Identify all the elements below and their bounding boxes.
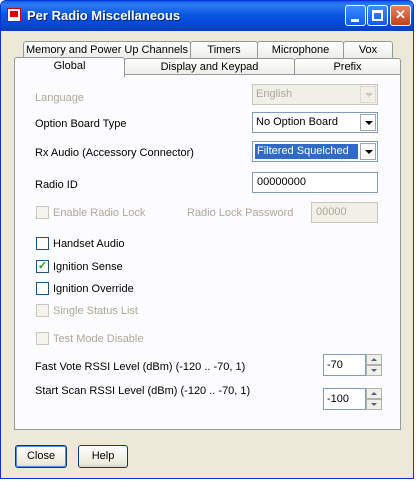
- tab-microphone[interactable]: Microphone: [257, 41, 344, 59]
- rx-audio-label: Rx Audio (Accessory Connector): [35, 147, 194, 159]
- option-board-type-dropdown[interactable]: No Option Board: [252, 112, 378, 133]
- enable-radio-lock-label: Enable Radio Lock: [53, 207, 146, 219]
- ignition-override-checkbox[interactable]: [36, 282, 49, 295]
- fast-vote-rssi-label: Fast Vote RSSI Level (dBm) (-120 .. -70,…: [35, 361, 246, 373]
- language-value: English: [256, 88, 293, 100]
- radio-lock-password-label: Radio Lock Password: [187, 207, 294, 219]
- radio-id-label: Radio ID: [35, 179, 78, 191]
- rx-audio-selection: Filtered Squelched: [255, 144, 358, 159]
- start-scan-rssi-input[interactable]: -100: [323, 388, 366, 410]
- language-label: Language: [35, 92, 84, 104]
- close-button[interactable]: Close: [15, 445, 67, 468]
- start-scan-rssi-up-button[interactable]: [366, 388, 382, 399]
- tab-vox[interactable]: Vox: [343, 41, 393, 59]
- chevron-down-icon: [360, 143, 376, 160]
- checkmark-icon: ✓: [37, 260, 48, 272]
- close-icon: ✕: [395, 7, 406, 22]
- test-mode-disable-checkbox[interactable]: [36, 332, 49, 345]
- fast-vote-rssi-down-button[interactable]: [366, 365, 382, 376]
- dialog-window: Per Radio Miscellaneous ✕ Memory and Pow…: [0, 0, 414, 479]
- tab-timers[interactable]: Timers: [190, 41, 258, 59]
- radio-id-input[interactable]: 00000000: [252, 172, 378, 193]
- start-scan-rssi-down-button[interactable]: [366, 399, 382, 410]
- maximize-button[interactable]: [367, 5, 388, 26]
- test-mode-disable-label: Test Mode Disable: [53, 333, 144, 345]
- tab-global[interactable]: Global: [14, 57, 125, 77]
- maximize-icon: [372, 10, 383, 21]
- fast-vote-rssi-input[interactable]: -70: [323, 354, 366, 376]
- help-button[interactable]: Help: [78, 445, 128, 468]
- ignition-sense-label: Ignition Sense: [53, 261, 123, 273]
- handset-audio-checkbox[interactable]: [36, 237, 49, 250]
- option-board-type-label: Option Board Type: [35, 118, 127, 130]
- fast-vote-rssi-up-button[interactable]: [366, 354, 382, 365]
- chevron-down-icon: [360, 114, 376, 131]
- single-status-list-label: Single Status List: [53, 305, 138, 317]
- language-dropdown[interactable]: English: [252, 84, 378, 105]
- rx-audio-dropdown[interactable]: Filtered Squelched: [252, 141, 378, 162]
- ignition-sense-checkbox[interactable]: ✓: [36, 260, 49, 273]
- single-status-list-checkbox[interactable]: [36, 304, 49, 317]
- start-scan-rssi-label: Start Scan RSSI Level (dBm) (-120 .. -70…: [35, 385, 251, 397]
- option-board-type-value: No Option Board: [256, 116, 338, 128]
- radio-lock-password-input[interactable]: 00000: [311, 202, 378, 223]
- minimize-button[interactable]: [345, 5, 366, 26]
- window-title: Per Radio Miscellaneous: [27, 8, 181, 23]
- chevron-down-icon: [360, 86, 376, 103]
- app-icon: [7, 8, 21, 22]
- minimize-icon: [351, 19, 359, 22]
- handset-audio-label: Handset Audio: [53, 238, 125, 250]
- global-tab-panel: Language English Option Board Type No Op…: [14, 74, 401, 430]
- ignition-override-label: Ignition Override: [53, 283, 134, 295]
- rx-audio-value: Filtered Squelched: [257, 145, 349, 157]
- title-bar[interactable]: Per Radio Miscellaneous ✕: [1, 1, 413, 31]
- enable-radio-lock-checkbox[interactable]: [36, 206, 49, 219]
- close-window-button[interactable]: ✕: [390, 5, 411, 26]
